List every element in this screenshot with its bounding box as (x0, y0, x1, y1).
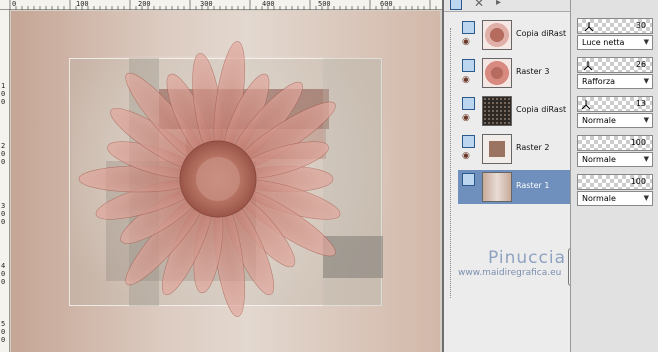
layer-property-row: 30 Luce netta ▼ (577, 18, 653, 50)
layer-name: Raster 2 (516, 143, 550, 152)
blend-mode-select[interactable]: Rafforza ▼ (577, 74, 653, 89)
blend-mode-value: Luce netta (582, 38, 625, 47)
ruler-label: 500 (318, 0, 331, 8)
visibility-eye-icon[interactable]: ◉ (462, 38, 470, 47)
watermark-name: Pinuccia (488, 248, 566, 268)
opacity-slider[interactable]: 100 (577, 174, 653, 190)
opacity-slider[interactable]: 13 (577, 96, 653, 112)
layer-thumbnail (482, 20, 512, 50)
chevron-down-icon: ▼ (643, 155, 649, 163)
layer-menu-icon[interactable]: ▸ (496, 0, 501, 8)
layer-row[interactable]: ◉ Raster 3 (458, 56, 570, 90)
ruler-label: 600 (380, 0, 393, 8)
chevron-down-icon: ▼ (643, 77, 649, 85)
delete-layer-icon[interactable]: ✕ (474, 0, 484, 10)
visibility-eye-icon[interactable]: ◉ (462, 114, 470, 123)
opacity-slider[interactable]: 100 (577, 135, 653, 151)
layer-thumbnail (482, 96, 512, 126)
layer-tree-line (450, 28, 451, 298)
opacity-value: 100 (630, 138, 646, 147)
ruler-label: 200 (138, 0, 151, 8)
ruler-label: 100 (76, 0, 89, 8)
ruler-ticks (9, 0, 437, 10)
layer-properties-panel: 30 Luce netta ▼ 26 Rafforza ▼ 13 Normale… (570, 0, 658, 352)
ruler-label: 3 0 0 (1, 202, 6, 226)
layer-name: Copia diRast (516, 29, 567, 38)
layer-row-selected[interactable]: Raster 1 (458, 170, 570, 204)
layer-row[interactable]: ◉ Copia diRast (458, 18, 570, 52)
opacity-slider[interactable]: 30 (577, 18, 653, 34)
visibility-eye-icon[interactable]: ◉ (462, 152, 470, 161)
layer-thumbnail (482, 58, 512, 88)
raster-layer-icon (462, 59, 475, 72)
layer-name: Raster 1 (516, 181, 550, 190)
blend-mode-select[interactable]: Normale ▼ (577, 113, 653, 128)
layer-property-row: 100 Normale ▼ (577, 174, 653, 206)
blend-mode-value: Rafforza (582, 77, 616, 86)
blend-mode-value: Normale (582, 155, 616, 164)
blend-mode-select[interactable]: Normale ▼ (577, 152, 653, 167)
image-canvas[interactable] (11, 11, 440, 352)
blend-mode-value: Normale (582, 116, 616, 125)
ruler-label: 300 (200, 0, 213, 8)
ruler-label: 400 (262, 0, 275, 8)
blend-mode-select[interactable]: Normale ▼ (577, 191, 653, 206)
flower-image (78, 41, 341, 317)
slider-marker-icon (583, 61, 593, 71)
opacity-value: 100 (630, 177, 646, 186)
ruler-label: 1 0 0 (1, 82, 6, 106)
opacity-slider[interactable]: 26 (577, 57, 653, 73)
layers-panel-header: ✕ ▸ (444, 0, 570, 12)
ruler-label: 0 (12, 0, 17, 8)
blend-mode-value: Normale (582, 194, 616, 203)
ruler-label: 2 0 0 (1, 142, 6, 166)
ruler-label: 5 0 0 (1, 320, 6, 344)
layer-thumbnail (482, 172, 512, 202)
layer-property-row: 13 Normale ▼ (577, 96, 653, 128)
opacity-value: 26 (635, 60, 646, 69)
chevron-down-icon: ▼ (643, 194, 649, 202)
layer-property-row: 100 Normale ▼ (577, 135, 653, 167)
watermark-url: www.maidiregrafica.eu (458, 268, 562, 278)
slider-marker-icon (581, 100, 591, 110)
raster-layer-icon (462, 173, 475, 186)
visibility-eye-icon[interactable]: ◉ (462, 76, 470, 85)
horizontal-ruler: 0 100 200 300 400 500 600 (0, 0, 442, 10)
chevron-down-icon: ▼ (643, 116, 649, 124)
vertical-ruler: 1 0 0 2 0 0 3 0 0 4 0 0 5 0 0 (0, 10, 10, 352)
ruler-label: 4 0 0 (1, 262, 6, 286)
layer-row[interactable]: ◉ Copia diRast (458, 94, 570, 128)
layers-panel: ✕ ▸ ◉ Copia diRast ◉ Raster 3 ◉ Copia di… (442, 0, 576, 352)
layer-row[interactable]: ◉ Raster 2 (458, 132, 570, 166)
layer-name: Copia diRast (516, 105, 567, 114)
raster-layer-icon (462, 135, 475, 148)
opacity-value: 13 (635, 99, 646, 108)
layer-name: Raster 3 (516, 67, 550, 76)
chevron-down-icon: ▼ (643, 38, 649, 46)
raster-layer-icon (462, 97, 475, 110)
slider-marker-icon (584, 22, 594, 32)
opacity-value: 30 (635, 21, 646, 30)
new-layer-icon[interactable] (450, 0, 462, 10)
raster-layer-icon (462, 21, 475, 34)
blend-mode-select[interactable]: Luce netta ▼ (577, 35, 653, 50)
layer-property-row: 26 Rafforza ▼ (577, 57, 653, 89)
